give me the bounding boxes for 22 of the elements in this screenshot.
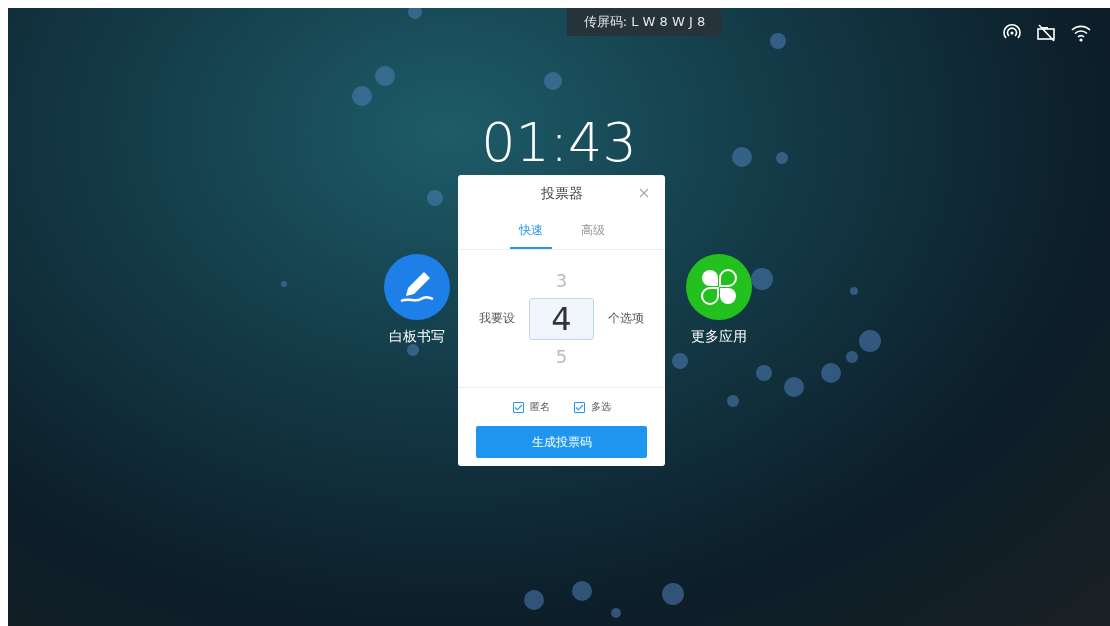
checkbox[interactable] — [573, 401, 585, 413]
app-launcher[interactable]: 更多应用 — [686, 254, 752, 346]
dialog-title: 投票器 — [540, 185, 583, 203]
app-launcher[interactable]: 白板书写 — [384, 254, 450, 346]
clock-time: 01:43 — [480, 116, 638, 170]
no-camera-icon — [1036, 23, 1056, 43]
clover-icon — [686, 254, 752, 320]
cast-code-label: 传屏码: L W 8 W J 8 — [567, 8, 722, 36]
generate-code-button[interactable]: 生成投票码 — [476, 426, 647, 458]
wifi-icon — [1070, 23, 1092, 43]
option-count-value[interactable]: 4 — [529, 297, 594, 340]
dialog-tab[interactable]: 快速 — [509, 213, 552, 249]
suffix-label: 个选项 — [608, 310, 644, 327]
option-count-value[interactable]: 3 — [555, 269, 568, 292]
pen-icon — [384, 254, 450, 320]
option-count-value[interactable]: 5 — [555, 345, 568, 368]
dialog-tab[interactable]: 高级 — [571, 213, 614, 249]
checkbox-label: 多选 — [590, 400, 611, 414]
checkbox[interactable] — [512, 401, 524, 413]
prefix-label: 我要设 — [479, 310, 515, 327]
close-icon[interactable] — [639, 188, 651, 200]
checkbox-label: 匿名 — [529, 400, 550, 414]
